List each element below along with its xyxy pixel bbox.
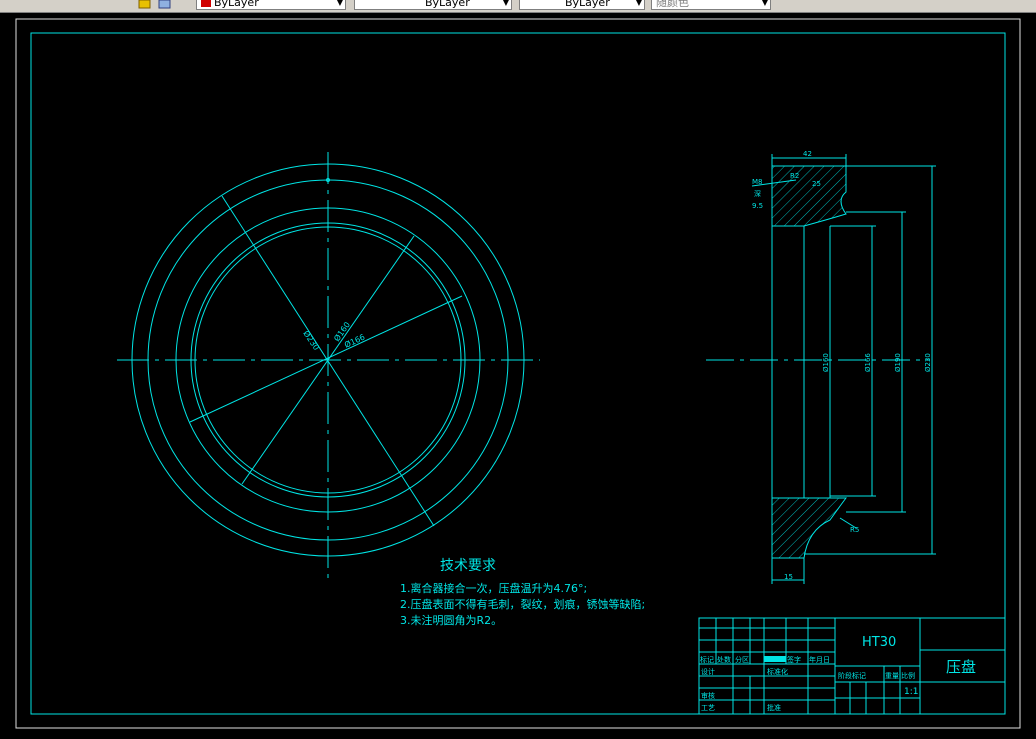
chevron-down-icon: ▼ xyxy=(502,0,509,7)
tb-material: HT30 xyxy=(862,635,896,650)
tb-scale: 1:1 xyxy=(904,687,918,697)
tech-req-title: 技术要求 xyxy=(440,558,496,574)
lineweight-select[interactable]: ByLayer ▼ xyxy=(519,0,645,10)
tb-label-zone: 分区 xyxy=(735,655,749,664)
color-swatch xyxy=(201,0,211,7)
tb-label-count: 处数 xyxy=(717,655,731,664)
front-view xyxy=(117,152,540,578)
drawing-canvas[interactable]: Ø230 Ø160 Ø166 42 R2 25 M8 深 9.5 15 R5 Ø… xyxy=(0,12,1036,733)
leader-3 xyxy=(189,295,463,423)
dim-depth2-label: 9.5 xyxy=(752,202,763,210)
chevron-down-icon: ▼ xyxy=(761,0,768,7)
tb-label-design: 设计 xyxy=(701,667,715,676)
dim-chamfer-label: R2 xyxy=(790,172,799,180)
section-profile-top xyxy=(771,165,847,227)
status-strip xyxy=(0,733,1036,739)
tb-label-review: 审核 xyxy=(701,691,715,700)
layer-icon[interactable] xyxy=(138,0,152,10)
tb-label-date: 年月日 xyxy=(809,655,830,664)
dim-thread-label: M8 xyxy=(752,178,763,186)
leader-1 xyxy=(221,195,435,527)
color-select[interactable]: ByLayer ▼ xyxy=(196,0,346,10)
tb-label-weight: 重量 xyxy=(885,672,899,680)
dim-top-width-label: 42 xyxy=(803,150,812,158)
dim-d230: Ø230 xyxy=(301,329,321,352)
plot-style-select[interactable]: 随颜色 ▼ xyxy=(651,0,771,10)
dim-deep-label: 深 xyxy=(754,189,761,198)
section-profile-bottom xyxy=(771,497,847,559)
dim-d190-label: Ø190 xyxy=(894,353,902,372)
tb-label-standardize: 标准化 xyxy=(767,667,788,676)
tb-label-mark: 标记 xyxy=(700,655,714,664)
tb-part-name: 压盘 xyxy=(946,658,976,676)
dim-d166-label: Ø166 xyxy=(864,353,872,372)
dim-d160-label: Ø160 xyxy=(822,353,830,372)
chevron-down-icon: ▼ xyxy=(336,0,343,7)
tb-label-scale: 比例 xyxy=(901,671,915,680)
dim-bottom-width-label: 15 xyxy=(784,573,793,581)
tb-label-sign: 签字 xyxy=(787,655,801,664)
dim-d230-label: Ø230 xyxy=(924,353,932,372)
color-select-value: ByLayer xyxy=(214,0,259,9)
plot-style-select-value: 随颜色 xyxy=(656,0,689,9)
dim-r5-label: R5 xyxy=(850,526,859,534)
linetype-select-value: ByLayer xyxy=(425,0,470,9)
tb-label-process: 工艺 xyxy=(701,704,715,712)
tb-filled-cell xyxy=(764,656,786,662)
tech-req-item-3: 3.未注明圆角为R2。 xyxy=(400,613,502,627)
layer-stack-icon[interactable] xyxy=(158,0,172,10)
dim-depth-label: 25 xyxy=(812,180,821,188)
tech-req-item-1: 1.离合器接合一次，压盘温升为4.76°; xyxy=(400,581,587,595)
outer-frame xyxy=(15,18,1021,729)
lineweight-select-value: ByLayer xyxy=(565,0,610,9)
tech-req-item-2: 2.压盘表面不得有毛刺，裂纹，划痕，锈蚀等缺陷; xyxy=(400,597,645,611)
linetype-select[interactable]: ByLayer ▼ xyxy=(354,0,512,10)
chevron-down-icon: ▼ xyxy=(635,0,642,7)
tb-label-stage: 阶段标记 xyxy=(838,671,866,680)
tb-label-approve: 批准 xyxy=(767,703,781,712)
